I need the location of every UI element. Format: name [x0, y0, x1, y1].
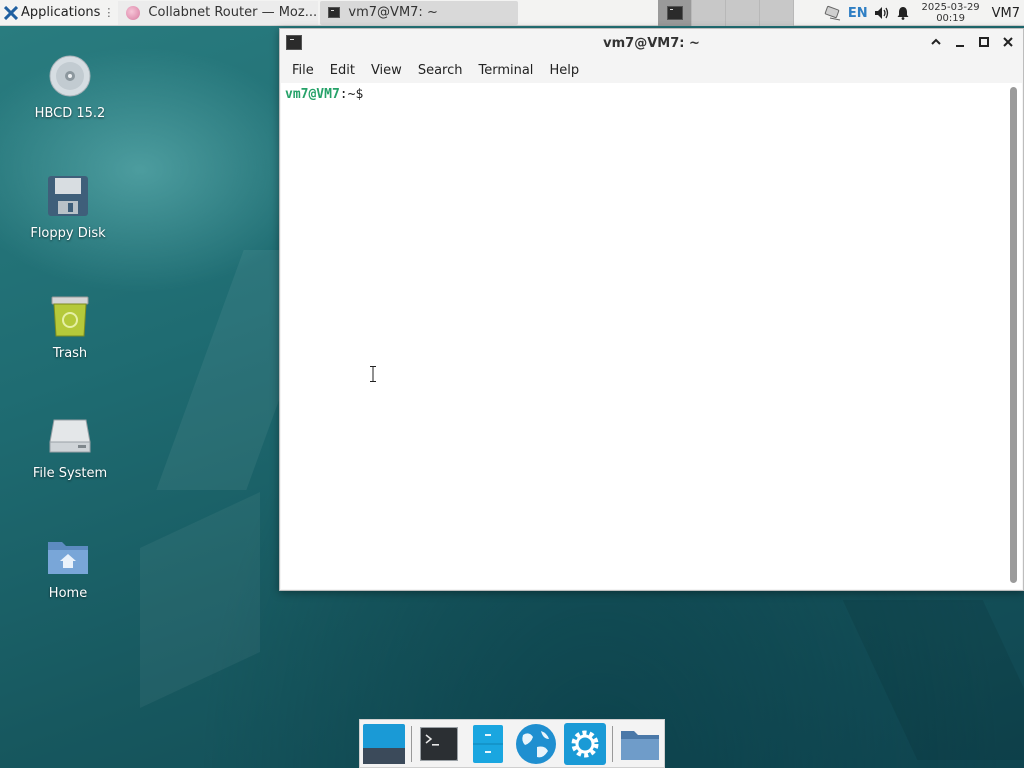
desktop-icon-label: Trash [52, 346, 88, 361]
terminal-icon [666, 6, 683, 20]
terminal-output[interactable]: vm7@VM7:~$ [281, 83, 1005, 589]
dock [359, 719, 665, 768]
text-cursor-icon [370, 366, 376, 382]
folder-icon [620, 730, 659, 760]
wallpaper-facet [140, 492, 260, 708]
desktop-icon-label: Home [48, 586, 88, 601]
applications-label: Applications [21, 5, 101, 20]
workspace-4[interactable] [760, 0, 794, 26]
scrollbar-thumb[interactable] [1010, 87, 1017, 583]
clock-time: 00:19 [936, 13, 966, 24]
notification-bell-icon[interactable] [896, 6, 910, 20]
clock[interactable]: 2025-03-29 00:19 [916, 2, 986, 24]
terminal-scrollbar[interactable] [1005, 83, 1022, 589]
dock-file-manager[interactable] [467, 722, 509, 766]
menu-help[interactable]: Help [541, 63, 587, 78]
close-button[interactable] [999, 33, 1017, 51]
dock-terminal[interactable] [418, 722, 460, 766]
applications-menu-button[interactable]: Applications ⋮ [0, 0, 118, 26]
dock-separator [611, 725, 613, 762]
floppy-disk-icon [46, 174, 90, 218]
menu-view[interactable]: View [363, 63, 410, 78]
dock-settings[interactable] [563, 722, 606, 766]
window-titlebar[interactable]: vm7@VM7: ~ [280, 29, 1023, 57]
hard-drive-icon [48, 414, 92, 458]
gear-icon [563, 722, 606, 765]
prompt-user-host: vm7@VM7 [285, 87, 340, 102]
system-tray: EN 2025-03-29 00:19 VM7 [824, 0, 1024, 26]
prompt-separator: : [339, 87, 348, 102]
menu-edit[interactable]: Edit [322, 63, 363, 78]
prompt-path: ~$ [347, 87, 364, 102]
firefox-icon [126, 5, 141, 20]
shade-button[interactable] [927, 33, 945, 51]
maximize-icon [979, 37, 989, 47]
workspace-2[interactable] [692, 0, 726, 26]
terminal-window: vm7@VM7: ~ File Edit View Search Termina… [279, 28, 1024, 591]
maximize-button[interactable] [975, 33, 993, 51]
taskbar-item-terminal[interactable]: vm7@VM7: ~ [320, 0, 519, 25]
terminal-app-icon [420, 726, 459, 761]
file-cabinet-icon [472, 724, 503, 763]
menu-terminal[interactable]: Terminal [470, 63, 541, 78]
menu-handle-icon: ⋮ [103, 6, 115, 19]
xfce-logo-icon [4, 5, 18, 20]
dock-folder[interactable] [619, 722, 661, 766]
desktop-icon-label: HBCD 15.2 [34, 106, 106, 121]
desktop-icon-home[interactable]: Home [18, 534, 118, 601]
workspace-1[interactable] [658, 0, 692, 26]
show-desktop-icon [363, 723, 406, 764]
globe-icon [516, 723, 557, 764]
wallpaper-facet [842, 600, 1024, 760]
top-panel: Applications ⋮ Collabnet Router — Moz...… [0, 0, 1024, 26]
terminal-menubar: File Edit View Search Terminal Help [280, 57, 1023, 83]
network-icon[interactable] [824, 5, 842, 21]
desktop-icon-label: Floppy Disk [30, 226, 106, 241]
terminal-icon [328, 7, 341, 18]
minimize-icon [956, 45, 964, 47]
chevron-up-icon [931, 38, 941, 45]
minimize-button[interactable] [951, 33, 969, 51]
clock-date: 2025-03-29 [921, 2, 980, 13]
trash-icon [48, 294, 92, 338]
window-controls [927, 33, 1017, 51]
dock-web-browser[interactable] [515, 722, 557, 766]
desktop-icon-floppy[interactable]: Floppy Disk [18, 174, 118, 241]
menu-search[interactable]: Search [410, 63, 471, 78]
close-icon [1003, 37, 1013, 47]
home-folder-icon [46, 534, 90, 578]
desktop-icon-trash[interactable]: Trash [20, 294, 120, 361]
desktop-icon-hbcd[interactable]: HBCD 15.2 [20, 54, 120, 121]
workspace-switcher [658, 0, 794, 26]
window-title: vm7@VM7: ~ [603, 35, 700, 51]
menu-file[interactable]: File [284, 63, 322, 78]
keyboard-layout-indicator[interactable]: EN [848, 6, 868, 21]
volume-icon[interactable] [874, 6, 890, 20]
dock-separator [411, 725, 413, 762]
desktop-icon-filesystem[interactable]: File System [20, 414, 120, 481]
taskbar-item-browser[interactable]: Collabnet Router — Moz... [118, 0, 319, 25]
hostname-label[interactable]: VM7 [992, 6, 1020, 21]
dock-show-desktop[interactable] [363, 722, 406, 766]
taskbar-item-label: vm7@VM7: ~ [348, 5, 438, 20]
optical-disc-icon [48, 54, 92, 98]
taskbar-item-label: Collabnet Router — Moz... [148, 5, 318, 20]
desktop-icon-label: File System [32, 466, 108, 481]
workspace-3[interactable] [726, 0, 760, 26]
